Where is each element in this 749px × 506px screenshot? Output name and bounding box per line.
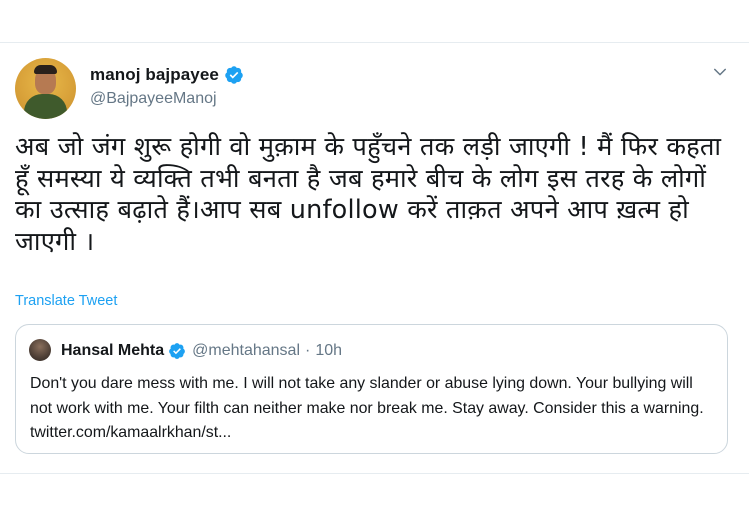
avatar-hair — [34, 65, 57, 74]
chevron-down-icon[interactable] — [711, 63, 729, 81]
quoted-display-name[interactable]: Hansal Mehta — [61, 342, 164, 360]
author-block[interactable]: manoj bajpayee @BajpayeeManoj — [90, 64, 244, 108]
verified-badge-icon — [169, 343, 186, 359]
translate-tweet-link[interactable]: Translate Tweet — [15, 293, 117, 309]
separator-dot: · — [305, 342, 311, 359]
avatar-body — [24, 94, 67, 119]
verified-badge-icon — [225, 66, 243, 84]
avatar[interactable] — [15, 58, 76, 119]
quoted-handle[interactable]: @mehtahansal — [192, 342, 300, 360]
quoted-timestamp[interactable]: 10h — [315, 342, 342, 360]
tweet-card[interactable]: manoj bajpayee @BajpayeeManoj अब जो जंग … — [0, 42, 749, 474]
handle[interactable]: @BajpayeeManoj — [90, 90, 244, 108]
display-name-row: manoj bajpayee — [90, 64, 244, 86]
quoted-tweet-text: Don't you dare mess with me. I will not … — [30, 375, 704, 442]
quoted-tweet-card[interactable]: Hansal Mehta @mehtahansal · 10h Don't yo… — [15, 324, 728, 454]
display-name[interactable]: manoj bajpayee — [90, 65, 219, 85]
tweet-text: अब जो जंग शुरू होगी वो मुक़ाम के पहुँचने… — [15, 132, 722, 257]
quoted-avatar[interactable] — [29, 339, 51, 361]
quoted-tweet-header: Hansal Mehta @mehtahansal · 10h — [61, 339, 342, 363]
